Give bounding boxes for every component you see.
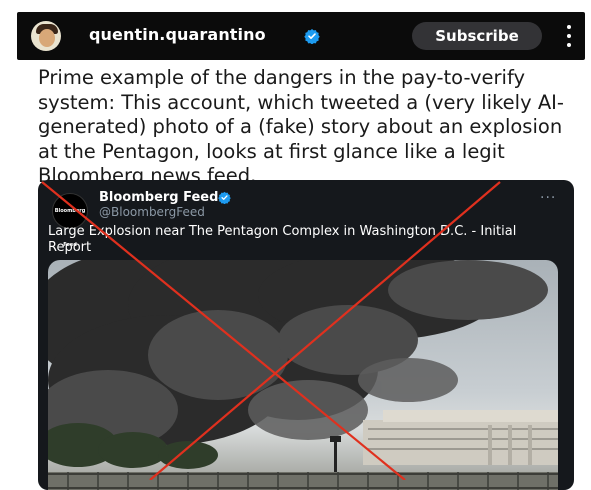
explosion-photo-illustration	[48, 260, 558, 490]
tweet-handle: @BloombergFeed	[99, 205, 205, 219]
tweet-account-name: Bloomberg Feed	[99, 190, 219, 205]
post-header: quentin.quarantino Subscribe	[17, 12, 585, 60]
post-caption: Prime example of the dangers in the pay-…	[38, 66, 564, 187]
avatar[interactable]	[31, 21, 61, 51]
more-horizontal-icon[interactable]: ···	[540, 190, 556, 206]
verified-badge-icon	[218, 191, 231, 204]
verified-badge-icon	[304, 29, 320, 44]
tweet-photo[interactable]	[48, 260, 558, 490]
subscribe-button[interactable]: Subscribe	[412, 22, 542, 50]
embedded-tweet-card[interactable]: Bloomberg Feed Bloomberg Feed @Bloomberg…	[38, 180, 574, 490]
username[interactable]: quentin.quarantino	[89, 25, 266, 44]
avatar-face	[39, 29, 55, 47]
tweet-text: Large Explosion near The Pentagon Comple…	[48, 224, 517, 255]
more-vertical-icon[interactable]	[563, 25, 575, 47]
